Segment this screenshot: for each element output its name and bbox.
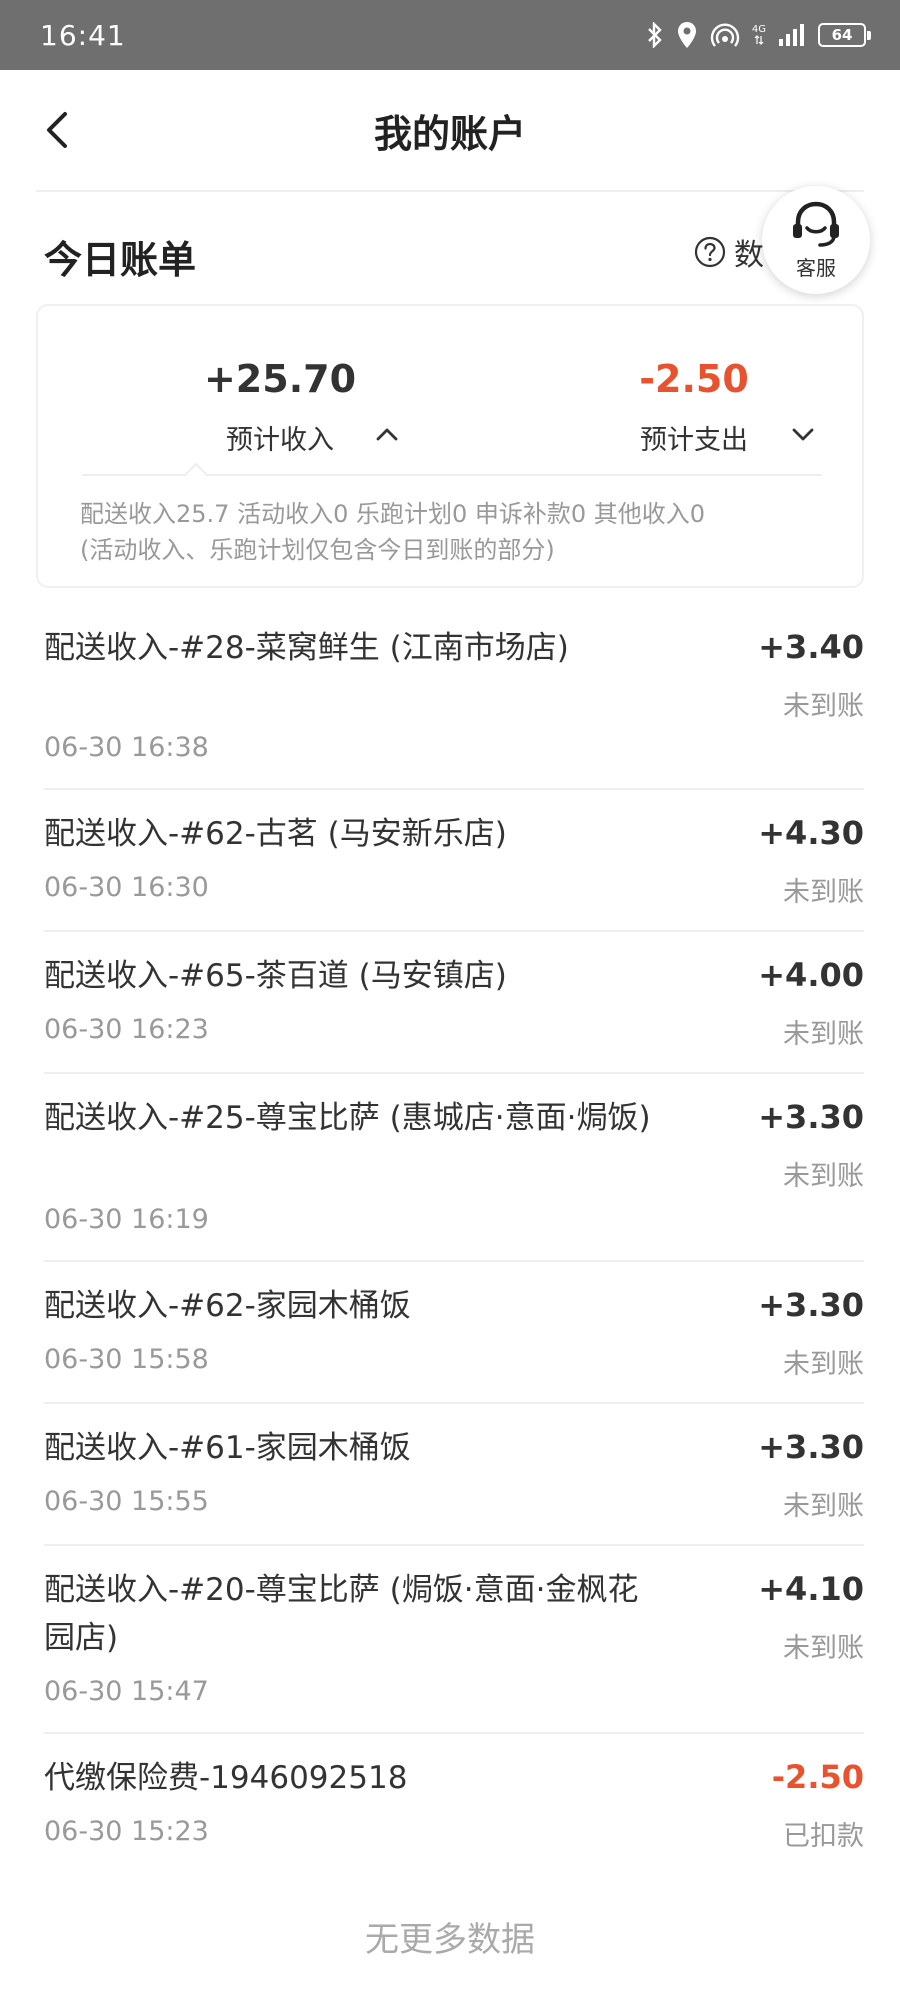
transaction-row[interactable]: 配送收入-#62-古茗 (马安新乐店) 06-30 16:30 +4.30 未到… — [44, 790, 864, 932]
help-circle-icon — [694, 236, 726, 268]
chevron-down-icon[interactable] — [790, 424, 816, 444]
bluetooth-icon — [648, 22, 662, 48]
breakdown-line-1: 配送收入25.7 活动收入0 乐跑计划0 申诉补款0 其他收入0 — [80, 500, 706, 528]
transaction-row[interactable]: 代缴保险费-1946092518 06-30 15:23 -2.50 已扣款 — [44, 1734, 864, 1876]
transaction-status: 未到账 — [783, 691, 864, 722]
section-title: 今日账单 — [44, 237, 197, 282]
back-arrow-icon — [47, 112, 67, 148]
back-button[interactable] — [28, 102, 84, 158]
transaction-amount: +3.30 — [758, 1098, 864, 1136]
transaction-row[interactable]: 配送收入-#20-尊宝比萨 (焗饭·意面·金枫花园店) 06-30 15:47 … — [44, 1546, 864, 1734]
income-breakdown: 配送收入25.7 活动收入0 乐跑计划0 申诉补款0 其他收入0 (活动收入、乐… — [80, 496, 840, 568]
breakdown-line-2: (活动收入、乐跑计划仅包含今日到账的部分) — [80, 536, 555, 564]
transaction-status: 未到账 — [783, 1019, 864, 1050]
summary-card: +25.70 预计收入 -2.50 预计支出 配送收入25.7 活动收入0 乐跑… — [36, 304, 864, 588]
page-title: 我的账户 — [373, 111, 526, 156]
chevron-up-icon[interactable] — [374, 424, 400, 444]
nav-divider — [36, 190, 864, 192]
transaction-title: 配送收入-#65-茶百道 (马安镇店) — [44, 958, 507, 994]
no-more-data: 无更多数据 — [365, 1920, 535, 1960]
transaction-time: 06-30 15:58 — [44, 1344, 209, 1375]
transaction-status: 已扣款 — [783, 1821, 864, 1852]
transaction-time: 06-30 15:23 — [44, 1816, 209, 1847]
transaction-row[interactable]: 配送收入-#28-菜窝鲜生 (江南市场店) 06-30 16:38 +3.40 … — [44, 588, 864, 790]
transaction-status: 未到账 — [783, 877, 864, 908]
transaction-title: 代缴保险费-1946092518 — [44, 1760, 408, 1796]
transaction-amount: +4.00 — [758, 956, 864, 994]
transaction-amount: -2.50 — [771, 1758, 864, 1796]
transaction-status: 未到账 — [783, 1349, 864, 1380]
transaction-amount: +3.40 — [758, 628, 864, 666]
summary-pointer — [184, 462, 208, 486]
transaction-status: 未到账 — [783, 1161, 864, 1192]
transaction-list: 配送收入-#28-菜窝鲜生 (江南市场店) 06-30 16:38 +3.40 … — [0, 588, 900, 1876]
transaction-time: 06-30 16:38 — [44, 732, 209, 763]
section-header: 今日账单 — [44, 226, 196, 286]
transaction-row[interactable]: 配送收入-#65-茶百道 (马安镇店) 06-30 16:23 +4.00 未到… — [44, 932, 864, 1074]
customer-service-label: 客服 — [796, 255, 836, 280]
location-icon — [677, 22, 696, 48]
transaction-status: 未到账 — [783, 1633, 864, 1664]
transaction-row[interactable]: 配送收入-#25-尊宝比萨 (惠城店·意面·焗饭) 06-30 16:19 +3… — [44, 1074, 864, 1262]
transaction-title: 配送收入-#62-古茗 (马安新乐店) — [44, 816, 507, 852]
transaction-amount: +3.30 — [758, 1286, 864, 1324]
transaction-title: 配送收入-#25-尊宝比萨 (惠城店·意面·焗饭) — [44, 1100, 651, 1136]
data-help-button[interactable]: 数 — [694, 230, 764, 274]
nav-bar: 我的账户 — [0, 70, 900, 190]
headset-icon — [793, 201, 839, 247]
status-bar: 16:41 4G 64 — [0, 0, 900, 70]
transaction-time: 06-30 16:23 — [44, 1014, 209, 1045]
transaction-amount: +3.30 — [758, 1428, 864, 1466]
status-icons: 4G 64 — [646, 21, 871, 49]
hotspot-icon — [710, 23, 740, 47]
transaction-time: 06-30 16:19 — [44, 1204, 209, 1235]
customer-service-button[interactable]: 客服 — [762, 186, 870, 294]
battery-icon: 64 — [818, 23, 871, 47]
transaction-title: 配送收入-#20-尊宝比萨 (焗饭·意面·金枫花园店) — [44, 1572, 639, 1656]
transaction-time: 06-30 15:47 — [44, 1676, 209, 1707]
battery-level: 64 — [831, 26, 853, 44]
expense-amount: -2.50 — [639, 357, 749, 401]
transaction-amount: +4.10 — [758, 1570, 864, 1608]
network-type: 4G — [752, 25, 766, 45]
transaction-title: 配送收入-#61-家园木桶饭 — [44, 1430, 411, 1466]
network-label: 4G — [751, 24, 766, 35]
transaction-title: 配送收入-#28-菜窝鲜生 (江南市场店) — [44, 630, 569, 666]
transaction-status: 未到账 — [783, 1491, 864, 1522]
transaction-row[interactable]: 配送收入-#62-家园木桶饭 06-30 15:58 +3.30 未到账 — [44, 1262, 864, 1404]
signal-icon — [779, 24, 804, 46]
data-arrows-icon — [754, 35, 764, 45]
transaction-title: 配送收入-#62-家园木桶饭 — [44, 1288, 411, 1324]
data-help-label: 数 — [734, 238, 764, 273]
income-amount: +25.70 — [203, 357, 357, 401]
status-time: 16:41 — [40, 18, 126, 52]
transaction-time: 06-30 16:30 — [44, 872, 209, 903]
transaction-row[interactable]: 配送收入-#61-家园木桶饭 06-30 15:55 +3.30 未到账 — [44, 1404, 864, 1546]
transaction-amount: +4.30 — [758, 814, 864, 852]
transaction-time: 06-30 15:55 — [44, 1486, 209, 1517]
